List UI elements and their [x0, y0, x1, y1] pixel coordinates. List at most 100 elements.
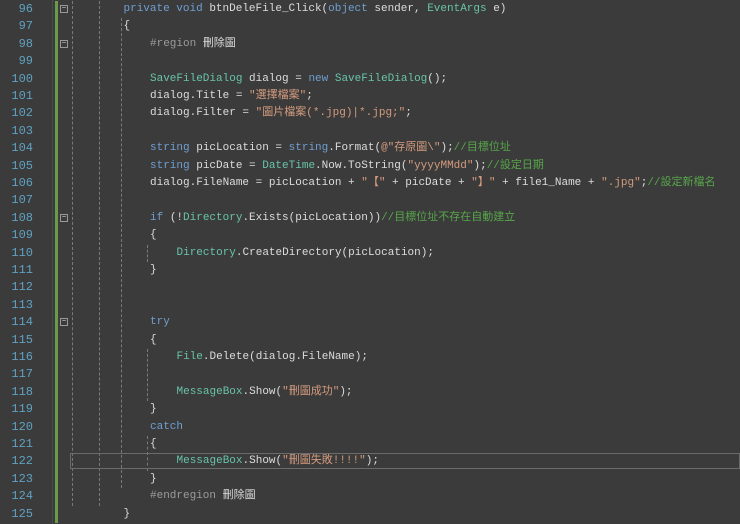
code-text[interactable]: {	[124, 18, 131, 35]
code-line[interactable]: 118 MessageBox.Show("刪圖成功");	[0, 383, 740, 402]
token-type: File	[176, 351, 203, 363]
code-line[interactable]: 106 dialog.FileName = picLocation + "【" +…	[0, 175, 740, 193]
line-number: 101	[11, 89, 33, 103]
code-line[interactable]: 103	[0, 122, 740, 141]
code-text[interactable]: File.Delete(dialog.FileName);	[177, 349, 368, 366]
change-marker	[55, 244, 58, 262]
token-keyword: string	[288, 142, 329, 155]
code-line[interactable]: 109 {	[0, 227, 740, 245]
code-line[interactable]: 108 − if (!Directory.Exists(picLocation))/…	[0, 209, 740, 228]
code-line[interactable]: 101 dialog.Title = "選擇檔案";	[0, 88, 740, 106]
code-line[interactable]: 112	[0, 279, 740, 297]
code-line[interactable]: 122 MessageBox.Show("刪圖失敗!!!!");	[0, 453, 740, 471]
code-line[interactable]: 117	[0, 366, 740, 384]
code-text[interactable]: string picDate = DateTime.Now.ToString("…	[150, 158, 544, 175]
token-text: btnDeleFile_Click(	[209, 3, 329, 15]
code-line[interactable]: 100 SaveFileDialog dialog = new SaveFileD…	[0, 70, 740, 88]
token-text: .Exists(picLocation))	[242, 211, 382, 224]
code-text[interactable]: {	[150, 436, 157, 453]
code-line[interactable]: 113	[0, 296, 740, 315]
token-string: "圖片檔案(*.jpg)|*.jpg;"	[255, 107, 406, 120]
code-text[interactable]: dialog.FileName = picLocation + "【" + pi…	[150, 175, 716, 192]
code-text[interactable]: }	[150, 471, 157, 488]
token-text: .Delete(dialog.FileName);	[202, 351, 368, 363]
line-number: 118	[11, 384, 33, 399]
code-text[interactable]: if (!Directory.Exists(picLocation))//目標位…	[150, 210, 515, 227]
code-text[interactable]: MessageBox.Show("刪圖成功");	[177, 384, 353, 401]
line-number: 99	[18, 54, 33, 69]
line-number: 111	[11, 263, 33, 277]
code-line[interactable]: 123}	[0, 470, 740, 489]
change-marker	[55, 53, 58, 71]
code-text[interactable]: {	[150, 227, 157, 244]
code-line[interactable]: 110 Directory.CreateDirectory(picLocation…	[0, 244, 740, 262]
token-text: );	[365, 455, 379, 468]
code-text[interactable]: #region 刪除圖	[150, 36, 236, 53]
code-line[interactable]: 104 string picLocation = string.Format(@"…	[0, 140, 740, 158]
code-text[interactable]: }	[150, 262, 157, 279]
code-line[interactable]: 119}	[0, 401, 740, 419]
collapse-icon[interactable]: −	[60, 318, 68, 327]
code-text[interactable]: string picLocation = string.Format(@"存原圖…	[150, 140, 511, 157]
code-text[interactable]: private void btnDeleFile_Click(object se…	[124, 1, 507, 18]
line-number: 112	[11, 280, 33, 295]
token-type: Directory	[176, 246, 236, 259]
change-marker	[55, 331, 58, 349]
collapse-icon[interactable]: −	[60, 5, 68, 13]
change-marker	[55, 122, 58, 141]
token-keyword: object	[328, 3, 375, 15]
token-string: "選擇檔案"	[249, 90, 307, 102]
code-text[interactable]: try	[150, 314, 170, 331]
token-type: Directory	[183, 211, 243, 224]
code-text[interactable]: dialog.Filter = "圖片檔案(*.jpg)|*.jpg;";	[150, 105, 412, 122]
token-keyword: private void	[123, 3, 210, 15]
code-text[interactable]: }	[124, 506, 131, 523]
code-line[interactable]: 98 − #region 刪除圖	[0, 35, 740, 54]
change-marker	[55, 453, 58, 471]
change-marker	[55, 505, 58, 523]
code-text[interactable]: catch	[150, 419, 183, 436]
collapse-icon[interactable]: −	[60, 213, 68, 222]
code-text[interactable]: Directory.CreateDirectory(picLocation);	[177, 245, 434, 262]
token-text: .Show(	[242, 385, 283, 398]
code-text[interactable]: SaveFileDialog dialog = new SaveFileDial…	[150, 71, 447, 88]
code-line[interactable]: 111}	[0, 262, 740, 280]
line-number: 124	[11, 489, 33, 504]
change-marker	[55, 70, 58, 88]
code-line[interactable]: 107	[0, 192, 740, 210]
code-line[interactable]: 115 {	[0, 331, 740, 349]
code-line[interactable]: 114 − try	[0, 314, 740, 332]
code-text[interactable]: dialog.Title = "選擇檔案";	[150, 88, 313, 105]
code-line[interactable]: 96 − private void btnDeleFile_Click(object…	[0, 1, 740, 19]
change-marker	[55, 436, 58, 454]
code-text[interactable]: {	[150, 332, 157, 349]
line-number: 121	[11, 437, 33, 451]
code-line[interactable]: 105 string picDate = DateTime.Now.ToStrin…	[0, 157, 740, 175]
code-line[interactable]: 124 #endregion 刪除圖	[0, 488, 740, 506]
token-text: .CreateDirectory(picLocation);	[235, 246, 434, 259]
code-line[interactable]: 102 dialog.Filter = "圖片檔案(*.jpg)|*.jpg;";	[0, 105, 740, 123]
line-number: 123	[11, 471, 33, 486]
change-marker	[55, 209, 58, 228]
code-line[interactable]: 121 {	[0, 436, 740, 454]
token-text: e)	[493, 3, 507, 15]
token-text: 刪除圖	[202, 37, 236, 50]
line-number: 114	[11, 315, 33, 330]
code-line[interactable]: 120 catch	[0, 418, 740, 436]
code-line[interactable]: 99	[0, 53, 740, 71]
token-type: MessageBox	[176, 385, 243, 398]
code-text[interactable]: }	[150, 401, 157, 418]
token-text: {	[150, 333, 157, 346]
code-line[interactable]: 116 File.Delete(dialog.FileName);	[0, 349, 740, 367]
collapse-icon[interactable]: −	[60, 39, 68, 48]
code-line[interactable]: 125}	[0, 505, 740, 523]
line-number: 115	[11, 332, 33, 347]
code-text[interactable]: #endregion 刪除圖	[150, 488, 256, 505]
line-number: 110	[11, 245, 33, 260]
code-editor[interactable]: 96 − private void btnDeleFile_Click(object…	[0, 0, 740, 524]
code-line[interactable]: 97 {	[0, 18, 740, 36]
code-text[interactable]: MessageBox.Show("刪圖失敗!!!!");	[177, 453, 379, 470]
token-text: {	[150, 229, 157, 242]
token-text: .Show(	[242, 455, 283, 468]
change-marker	[55, 488, 58, 506]
